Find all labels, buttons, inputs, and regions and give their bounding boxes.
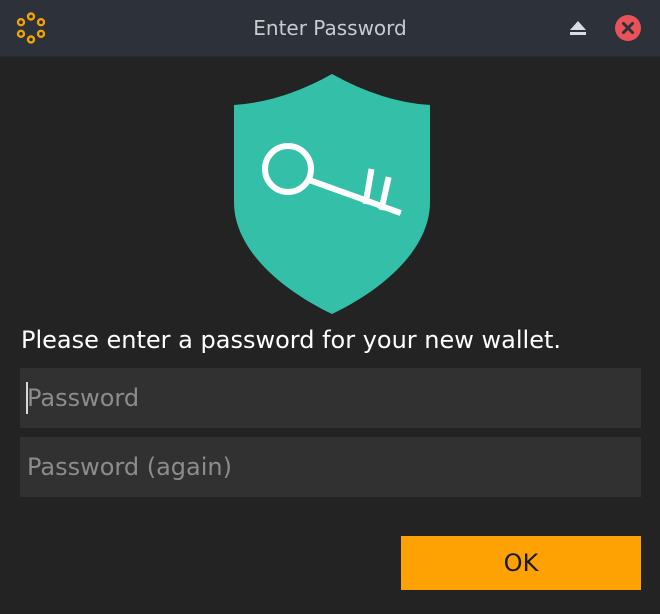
title-bar[interactable]: Enter Password [0,0,660,57]
password-confirm-input[interactable] [20,437,641,497]
text-caret [26,382,28,414]
password-prompt: Please enter a password for your new wal… [21,326,561,354]
shield-key-icon [234,74,430,314]
window-title: Enter Password [253,16,407,40]
password-input[interactable] [20,368,641,428]
password-dialog: Enter Password Please enter a password f… [0,0,660,614]
ok-button[interactable]: OK [401,536,641,590]
eject-icon[interactable] [566,16,590,40]
close-icon[interactable] [614,14,642,42]
